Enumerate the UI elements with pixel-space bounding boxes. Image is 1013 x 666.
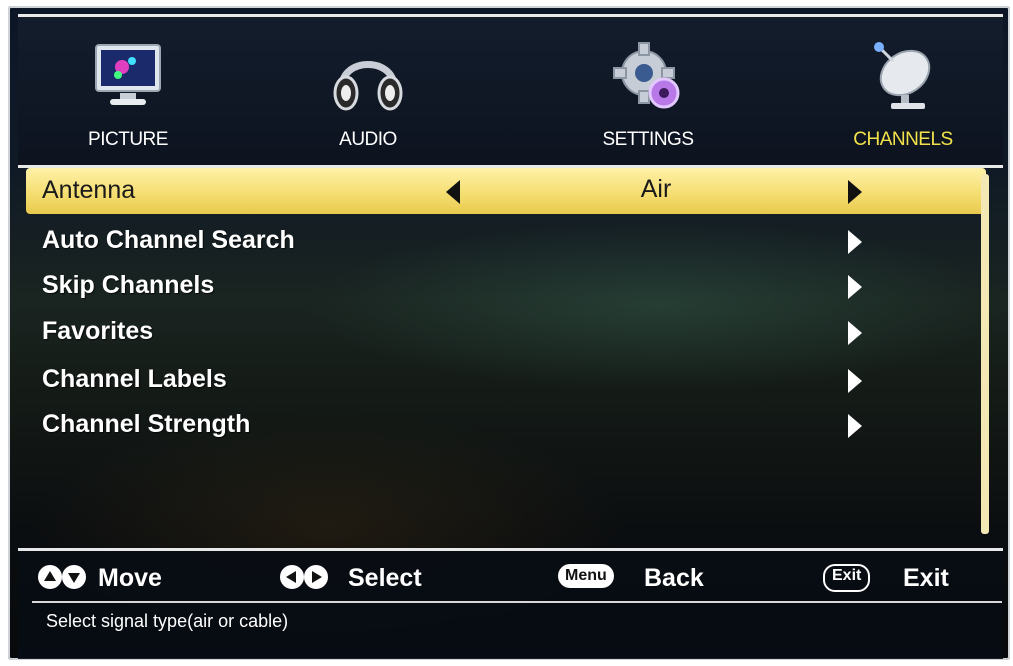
satellite-dish-icon xyxy=(863,37,943,117)
hint-back-label: Back xyxy=(644,564,704,592)
tab-label: CHANNELS xyxy=(853,129,953,150)
arrow-right-icon xyxy=(848,275,862,299)
monitor-icon xyxy=(88,37,168,117)
hint-select-label: Select xyxy=(348,564,422,592)
right-button-icon xyxy=(304,565,328,589)
menu-item-auto-channel-search[interactable]: Auto Channel Search xyxy=(26,218,986,262)
menu-item-label: Auto Channel Search xyxy=(42,226,295,254)
menu-item-label: Antenna xyxy=(42,176,136,204)
menu-item-channel-labels[interactable]: Channel Labels xyxy=(26,357,986,401)
help-divider xyxy=(32,601,1002,603)
tab-label: PICTURE xyxy=(88,129,168,150)
up-button-icon xyxy=(38,565,62,589)
menu-item-label: Channel Strength xyxy=(42,410,251,438)
gear-icon xyxy=(608,37,688,117)
down-button-icon xyxy=(62,565,86,589)
arrow-right-icon xyxy=(848,414,862,438)
tab-label: SETTINGS xyxy=(602,129,694,150)
menu-item-label: Skip Channels xyxy=(42,271,215,299)
tab-label: AUDIO xyxy=(339,129,397,150)
arrow-right-icon xyxy=(848,230,862,254)
hint-move-label: Move xyxy=(98,564,162,592)
top-tab-bar: PICTURE AUDIO SETTINGS CHANNELS xyxy=(18,14,1003,168)
arrow-left-icon[interactable] xyxy=(446,180,460,204)
headphones-icon xyxy=(328,37,408,117)
hint-select: Select xyxy=(280,561,460,593)
hint-exit-label: Exit xyxy=(903,564,949,592)
menu-item-channel-strength[interactable]: Channel Strength xyxy=(26,402,986,446)
menu-item-favorites[interactable]: Favorites xyxy=(26,309,986,353)
hint-back: Menu Back xyxy=(558,561,738,593)
hint-exit: Exit Exit xyxy=(823,561,973,593)
channels-menu: Antenna Air Auto Channel Search Skip Cha… xyxy=(26,168,986,548)
left-button-icon xyxy=(280,565,304,589)
menu-item-skip-channels[interactable]: Skip Channels xyxy=(26,263,986,307)
hint-move: Move xyxy=(38,561,208,593)
osd-menu: PICTURE AUDIO SETTINGS CHANNELS Antenna … xyxy=(8,6,1010,660)
arrow-right-icon[interactable] xyxy=(848,180,862,204)
tab-picture[interactable]: PICTURE xyxy=(28,17,228,165)
menu-scrollbar[interactable] xyxy=(981,174,989,534)
menu-key-icon: Menu xyxy=(558,564,614,588)
tv-screen: PICTURE AUDIO SETTINGS CHANNELS Antenna … xyxy=(0,0,1013,666)
tab-channels[interactable]: CHANNELS xyxy=(803,17,1003,165)
tab-settings[interactable]: SETTINGS xyxy=(548,17,748,165)
help-bar: Move Select Menu Back Exit Exit Select s… xyxy=(18,548,1003,659)
arrow-right-icon xyxy=(848,369,862,393)
menu-item-antenna[interactable]: Antenna Air xyxy=(26,168,986,214)
menu-item-label: Channel Labels xyxy=(42,365,227,393)
help-description: Select signal type(air or cable) xyxy=(46,611,289,631)
menu-item-label: Favorites xyxy=(42,317,154,345)
tab-audio[interactable]: AUDIO xyxy=(268,17,468,165)
antenna-value: Air xyxy=(640,175,672,203)
arrow-right-icon xyxy=(848,321,862,345)
exit-key-icon: Exit xyxy=(823,564,871,592)
